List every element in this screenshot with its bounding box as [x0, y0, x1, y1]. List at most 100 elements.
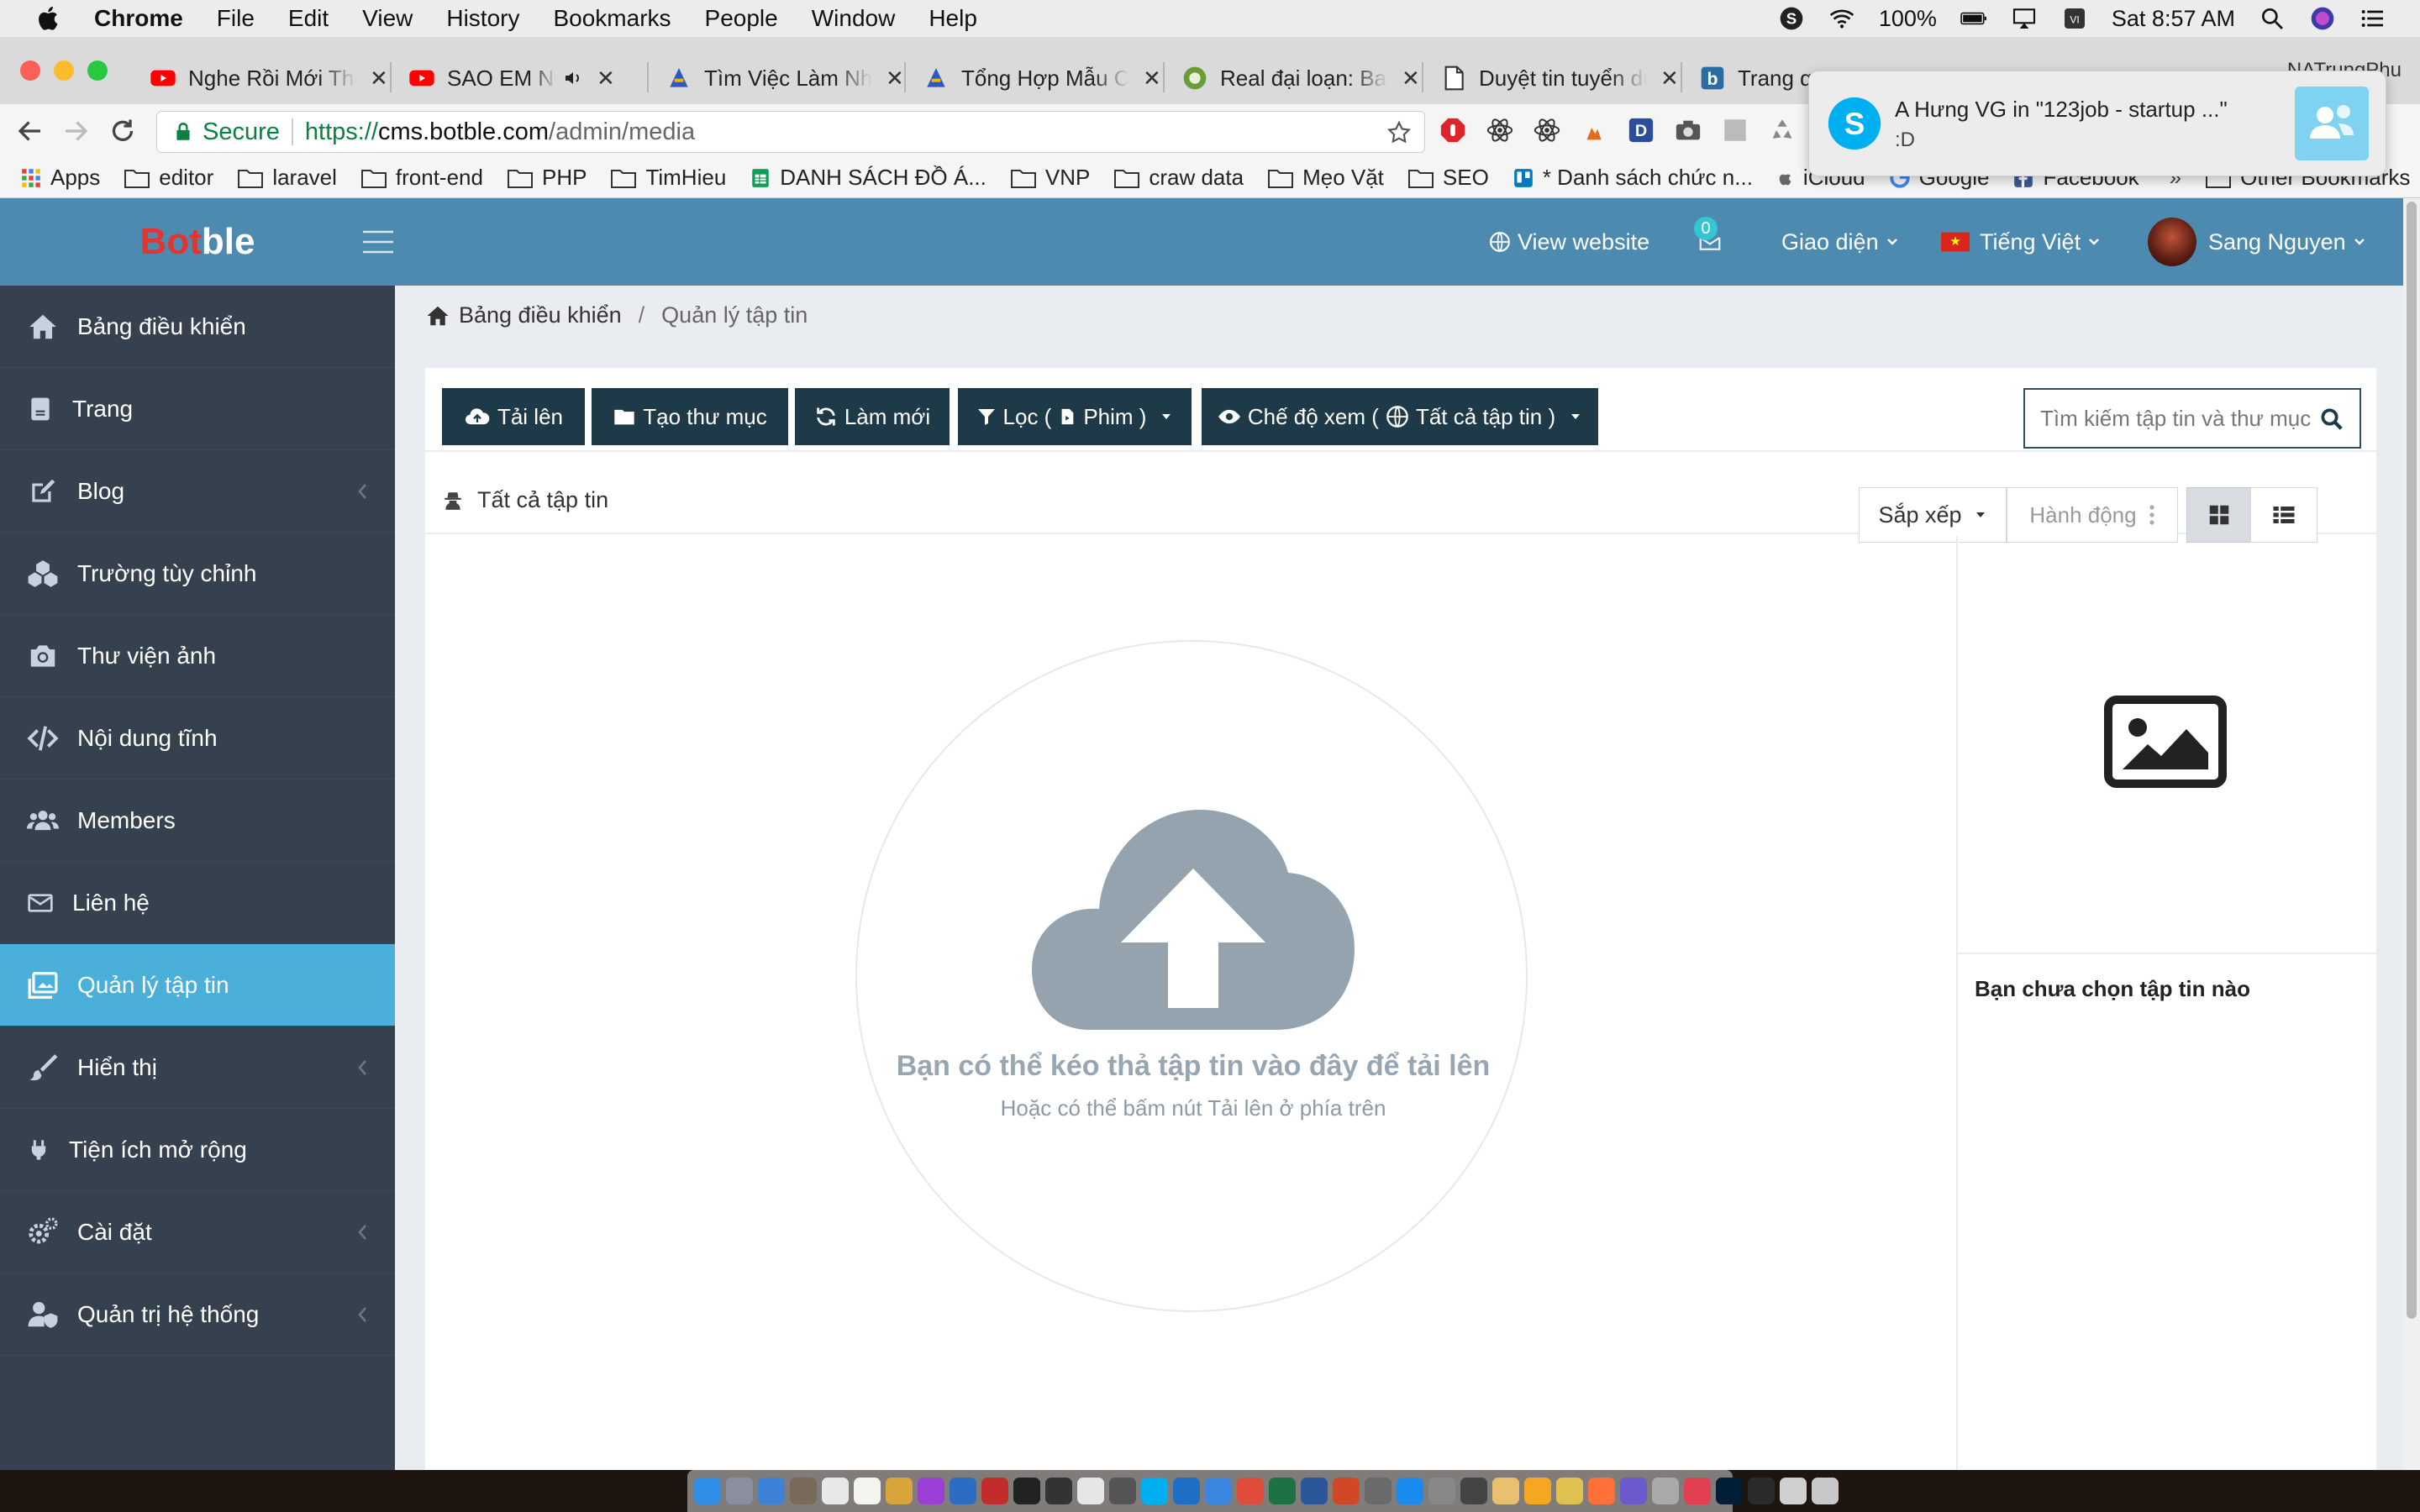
sidebar-item-gallery[interactable]: Thư viện ảnh [0, 615, 395, 697]
media-search-input[interactable]: Tìm kiếm tập tin và thư mục [2023, 388, 2361, 449]
browser-tab[interactable]: Nghe Rồi Mới Thấy ✕ [150, 52, 388, 104]
app-dock-icon[interactable] [1492, 1478, 1519, 1504]
bookmark-folder[interactable]: Mẹo Vặt [1267, 165, 1384, 191]
bookmark-folder[interactable]: craw data [1113, 165, 1244, 191]
logo[interactable]: Bot ble [0, 198, 395, 286]
user-menu[interactable]: Sang Nguyen [2148, 198, 2366, 286]
adblock-extension-icon[interactable] [1439, 116, 1467, 144]
refresh-button[interactable]: Làm mới [795, 388, 950, 445]
breadcrumb-home-link[interactable]: Bảng điều khiển [459, 302, 622, 328]
sidebar-item-dashboard[interactable]: Bảng điều khiển [0, 286, 395, 368]
menu-toggle-icon[interactable] [361, 228, 395, 255]
photoshop-dock-icon[interactable] [1716, 1478, 1743, 1504]
sort-dropdown-button[interactable]: Sắp xếp [1859, 487, 2007, 543]
dashlane-icon[interactable]: D [1627, 116, 1655, 144]
sidebar-item-members[interactable]: Members [0, 780, 395, 862]
tab-audio-icon[interactable] [563, 68, 583, 88]
input-source-icon[interactable]: VI [2061, 5, 2088, 32]
menu-view[interactable]: View [362, 5, 413, 32]
create-folder-button[interactable]: Tạo thư mục [592, 388, 788, 445]
vscode-dock-icon[interactable] [950, 1478, 976, 1504]
firefox-dock-icon[interactable] [1588, 1478, 1615, 1504]
airplay-icon[interactable] [2011, 5, 2038, 32]
browser-tab[interactable]: Duyệt tin tuyển dụng ✕ [1440, 52, 1679, 104]
sublime-dock-icon[interactable] [886, 1478, 913, 1504]
menu-people[interactable]: People [705, 5, 778, 32]
scrollbar-thumb[interactable] [2407, 202, 2417, 1319]
sidebar-item-blog[interactable]: Blog [0, 450, 395, 533]
calendar-dock-icon[interactable] [822, 1478, 849, 1504]
tab-close-icon[interactable]: ✕ [1143, 66, 1161, 92]
list-view-button[interactable] [2250, 487, 2317, 543]
terminal-dock-icon[interactable] [1045, 1478, 1072, 1504]
app-dock-icon[interactable] [1077, 1478, 1104, 1504]
search-icon[interactable] [2319, 407, 2344, 432]
lock-icon[interactable] [172, 121, 194, 143]
finder-dock-icon[interactable] [694, 1478, 721, 1504]
app-dock-icon[interactable] [1684, 1478, 1711, 1504]
filter-dropdown-button[interactable]: Lọc ( Phim ) [958, 388, 1192, 445]
sidebar-item-pages[interactable]: Trang [0, 368, 395, 450]
view-website-link[interactable]: View website [1489, 198, 1649, 286]
browser-tab[interactable]: SAO EM NỠ - ... ✕ [408, 52, 615, 104]
tab-close-icon[interactable]: ✕ [1402, 66, 1420, 92]
bookmark-folder[interactable]: VNP [1010, 165, 1090, 191]
file-drop-area[interactable]: Bạn có thể kéo thả tập tin vào đây để tả… [425, 536, 1956, 1470]
app-dock-icon[interactable] [1460, 1478, 1487, 1504]
skype-status-icon[interactable]: S [1778, 5, 1805, 32]
bookmark-folder[interactable]: SEO [1407, 165, 1489, 191]
sketch-dock-icon[interactable] [1524, 1478, 1551, 1504]
sidebar-item-media[interactable]: Quản lý tập tin [0, 944, 395, 1026]
bookmark-folder[interactable]: TimHieu [610, 165, 726, 191]
skype-notification[interactable]: S A Hưng VG in "123job - startup ..." :D [1808, 71, 2386, 176]
camera-extension-icon[interactable] [1674, 116, 1702, 144]
mail-dock-icon[interactable] [790, 1478, 817, 1504]
skype-dock-icon[interactable] [1141, 1478, 1168, 1504]
menu-help[interactable]: Help [929, 5, 977, 32]
filezilla-dock-icon[interactable] [981, 1478, 1008, 1504]
react-devtools-icon[interactable] [1533, 116, 1561, 144]
app-dock-icon[interactable] [1556, 1478, 1583, 1504]
appstore-dock-icon[interactable] [1397, 1478, 1423, 1504]
excel-dock-icon[interactable] [1269, 1478, 1296, 1504]
launchpad-dock-icon[interactable] [726, 1478, 753, 1504]
notes-dock-icon[interactable] [854, 1478, 881, 1504]
battery-icon[interactable] [1960, 5, 1987, 32]
downloads-dock-icon[interactable] [1780, 1478, 1807, 1504]
menu-edit[interactable]: Edit [288, 5, 329, 32]
wifi-icon[interactable] [1828, 5, 1855, 32]
sidebar-item-appearance[interactable]: Hiển thị [0, 1026, 395, 1109]
window-zoom-button[interactable] [87, 60, 108, 81]
bookmark-folder[interactable]: editor [124, 165, 213, 191]
menu-bookmarks[interactable]: Bookmarks [553, 5, 671, 32]
menubar-clock[interactable]: Sat 8:57 AM [2112, 6, 2235, 32]
grid-view-button[interactable] [2186, 487, 2252, 543]
menu-window[interactable]: Window [812, 5, 896, 32]
menu-history[interactable]: History [446, 5, 519, 32]
sidebar-item-plugins[interactable]: Tiện ích mở rộng [0, 1109, 395, 1191]
forward-arrow-icon[interactable] [60, 116, 91, 146]
menu-file[interactable]: File [217, 5, 255, 32]
trash-dock-icon[interactable] [1812, 1478, 1839, 1504]
page-scrollbar[interactable] [2403, 198, 2420, 1470]
drop-zone[interactable]: Bạn có thể kéo thả tập tin vào đây để tả… [855, 640, 1528, 1312]
back-arrow-icon[interactable] [15, 116, 45, 146]
browser-tab[interactable]: Real đại loạn: Bale ✕ [1181, 52, 1420, 104]
app-dock-icon[interactable] [1620, 1478, 1647, 1504]
bookmark-star-icon[interactable] [1386, 119, 1413, 146]
view-mode-dropdown-button[interactable]: Chế độ xem ( Tất cả tập tin ) [1202, 388, 1598, 445]
sidebar-item-contact[interactable]: Liên hệ [0, 862, 395, 944]
bookmark-trello[interactable]: * Danh sách chức n... [1512, 165, 1753, 191]
app-dock-icon[interactable] [1109, 1478, 1136, 1504]
app-dock-icon[interactable] [1365, 1478, 1392, 1504]
word-dock-icon[interactable] [1301, 1478, 1328, 1504]
spotlight-search-icon[interactable] [2259, 5, 2286, 32]
terminal-dock-icon[interactable] [1013, 1478, 1040, 1504]
extension-icon[interactable] [1721, 116, 1749, 144]
sidebar-item-settings[interactable]: Cài đặt [0, 1191, 395, 1273]
chrome-dock-icon[interactable] [1237, 1478, 1264, 1504]
tab-close-icon[interactable]: ✕ [597, 66, 615, 92]
menu-app-name[interactable]: Chrome [94, 5, 183, 32]
app-dock-icon[interactable] [1173, 1478, 1200, 1504]
notification-center-icon[interactable] [2360, 5, 2386, 32]
